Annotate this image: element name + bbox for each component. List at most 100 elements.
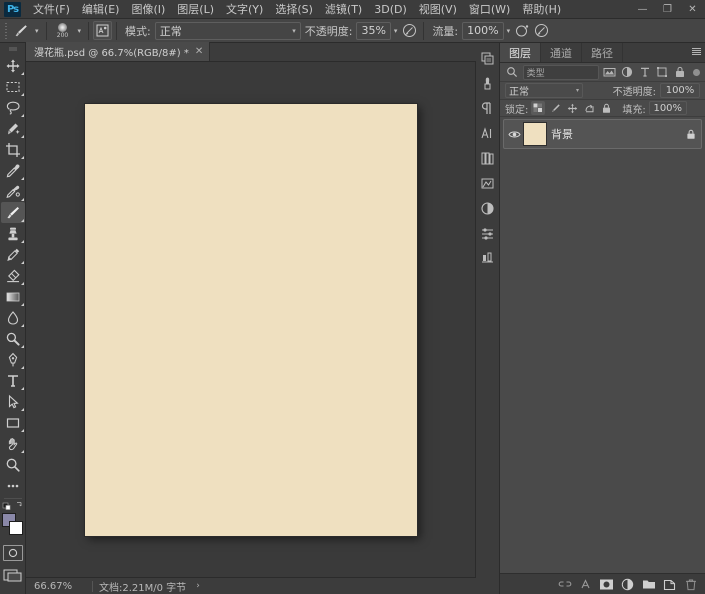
lock-transparent-pixels-button[interactable] [531,101,545,115]
brush-preset-caret[interactable]: ▾ [75,27,85,35]
character-panel-icon[interactable] [477,121,499,146]
opacity-pressure-button[interactable] [400,21,419,40]
search-icon[interactable] [505,65,520,80]
layer-style-button[interactable] [577,576,594,593]
adjustment-layer-button[interactable] [619,576,636,593]
menu-image[interactable]: 图像(I) [125,0,171,19]
maximize-button[interactable]: ❐ [655,0,680,19]
filter-smart-object-icon[interactable] [673,65,688,80]
layer-name[interactable]: 背景 [551,126,683,142]
close-button[interactable]: ✕ [680,0,705,19]
spot-healing-brush-tool[interactable] [1,181,25,202]
path-selection-tool[interactable] [1,391,25,412]
options-bar-grip[interactable] [2,21,10,41]
lock-artboard-nesting-button[interactable] [582,101,596,115]
opacity-input[interactable]: 35% [356,22,390,40]
menu-file[interactable]: 文件(F) [27,0,76,19]
minimize-button[interactable]: — [630,0,655,19]
type-tool[interactable] [1,370,25,391]
flow-caret-icon[interactable]: ▾ [504,27,514,35]
new-group-button[interactable] [640,576,657,593]
blend-mode-select[interactable]: 正常 ▾ [155,22,301,40]
filter-enable-toggle[interactable] [693,69,700,76]
filter-type-icon[interactable] [637,65,652,80]
canvas-viewport[interactable] [26,62,476,577]
menu-3d[interactable]: 3D(D) [368,1,413,18]
menu-edit[interactable]: 编辑(E) [76,0,126,19]
airbrush-button[interactable] [513,21,532,40]
dodge-tool[interactable] [1,328,25,349]
hand-tool[interactable] [1,433,25,454]
menu-type[interactable]: 文字(Y) [220,0,269,19]
lock-all-button[interactable] [599,101,613,115]
color-panel-icon[interactable] [477,196,499,221]
brush-preset-picker[interactable]: 200 [51,20,75,41]
image-canvas[interactable] [85,104,417,536]
filter-pixel-icon[interactable] [602,65,617,80]
link-layers-button[interactable] [556,576,573,593]
properties-panel-icon[interactable] [477,221,499,246]
document-tab-close-icon[interactable]: ✕ [195,46,203,57]
menu-select[interactable]: 选择(S) [269,0,319,19]
styles-panel-icon[interactable] [477,246,499,271]
menu-filter[interactable]: 滤镜(T) [319,0,368,19]
menu-help[interactable]: 帮助(H) [516,0,567,19]
default-colors-icon[interactable] [1,501,25,510]
pen-tool[interactable] [1,349,25,370]
document-tab[interactable]: 漫花瓶.psd @ 66.7%(RGB/8#) * ✕ [26,42,210,61]
adjustments-panel-icon[interactable] [477,171,499,196]
quick-mask-mode-button[interactable] [3,545,23,561]
filter-shape-icon[interactable] [655,65,670,80]
delete-layer-button[interactable] [682,576,699,593]
eyedropper-tool[interactable] [1,160,25,181]
background-color-swatch[interactable] [9,521,23,535]
layer-blend-mode-select[interactable]: 正常 ▾ [505,83,583,98]
crop-tool[interactable] [1,139,25,160]
blur-tool[interactable] [1,307,25,328]
flow-input[interactable]: 100% [462,22,503,40]
history-brush-tool[interactable] [1,244,25,265]
lock-position-button[interactable] [565,101,579,115]
history-panel-icon[interactable] [477,46,499,71]
menu-layer[interactable]: 图层(L) [171,0,220,19]
rectangle-tool[interactable] [1,412,25,433]
layer-thumbnail[interactable] [523,122,547,146]
menu-window[interactable]: 窗口(W) [463,0,516,19]
brush-tool[interactable] [1,202,25,223]
zoom-tool[interactable] [1,454,25,475]
brush-tool-preset-caret[interactable]: ▾ [32,27,42,35]
brush-panel-icon[interactable] [477,71,499,96]
rectangular-marquee-tool[interactable] [1,76,25,97]
move-tool[interactable] [1,55,25,76]
paragraph-panel-icon[interactable] [477,96,499,121]
quick-selection-tool[interactable] [1,118,25,139]
libraries-panel-icon[interactable] [477,146,499,171]
layer-mask-button[interactable] [598,576,615,593]
screen-mode-button[interactable] [3,567,23,583]
zoom-level-field[interactable]: 66.67% [30,581,86,592]
layer-fill-input[interactable]: 100% [649,101,687,115]
table-row[interactable]: 背景 [503,119,702,149]
smoothing-pressure-button[interactable] [532,21,551,40]
status-expand-arrow-icon[interactable]: › [196,581,200,591]
tools-panel-grip[interactable] [1,45,25,55]
filter-kind-select[interactable]: 类型 [523,65,599,80]
layer-visibility-icon[interactable] [507,129,522,140]
edit-toolbar-button[interactable] [1,475,25,496]
eraser-tool[interactable] [1,265,25,286]
menu-view[interactable]: 视图(V) [413,0,463,19]
lock-image-pixels-button[interactable] [548,101,562,115]
new-layer-button[interactable] [661,576,678,593]
gradient-tool[interactable] [1,286,25,307]
lasso-tool[interactable] [1,97,25,118]
tab-paths[interactable]: 路径 [582,43,623,62]
brush-tool-icon[interactable] [10,21,32,41]
layer-opacity-input[interactable]: 100% [660,83,700,98]
clone-stamp-tool[interactable] [1,223,25,244]
tab-layers[interactable]: 图层 [500,43,541,62]
panel-menu-icon[interactable] [692,48,701,55]
tab-channels[interactable]: 通道 [541,43,582,62]
filter-adjustment-icon[interactable] [620,65,635,80]
brush-panel-toggle-button[interactable] [93,21,112,40]
opacity-caret-icon[interactable]: ▾ [391,27,401,35]
